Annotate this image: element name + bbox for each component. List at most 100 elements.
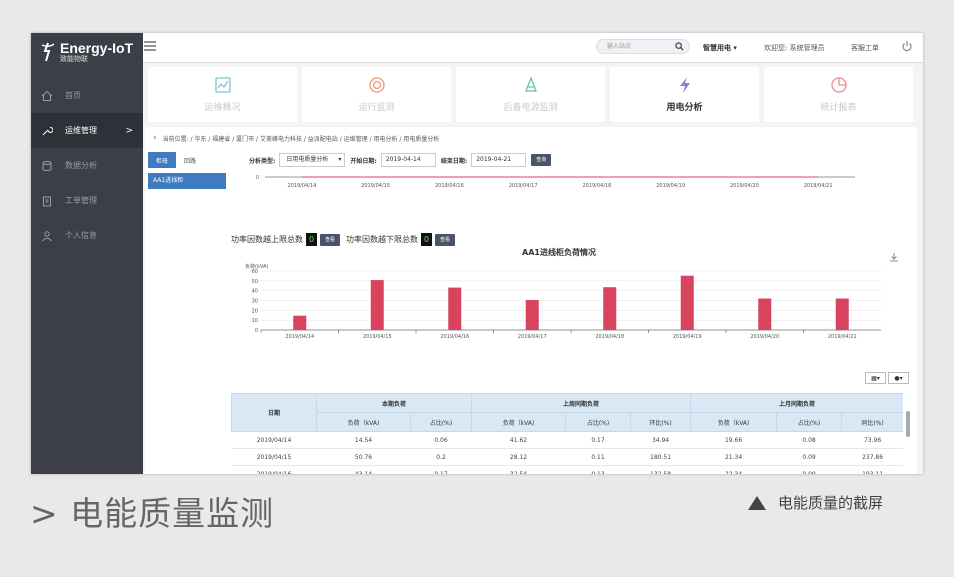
user-icon	[42, 230, 52, 241]
table-cell: 34.94	[630, 431, 691, 449]
analysis-type-select[interactable]: 日用电质量分析 ▾	[279, 153, 346, 167]
lightning-icon	[679, 77, 690, 93]
subtabs: 柜母 回路	[148, 152, 204, 168]
content-panel: › 当前位置: / 华东 / 福建省 / 厦门市 / 艾美峰电力科技 / 益派配…	[145, 127, 917, 474]
breadcrumb: › 当前位置: / 华东 / 福建省 / 厦门市 / 艾美峰电力科技 / 益派配…	[153, 133, 439, 143]
mini-line-chart: 0 2019/04/14 2019/04/15 2019/04/16 2019/04/1…	[256, 175, 855, 189]
table-body: 2019/04/14 14.54 0.06 41.62 0.17 34.94 19.66 0.…	[231, 431, 903, 474]
service-ticket-link[interactable]: 客服工单	[851, 43, 879, 53]
col-header: 环比(%)	[630, 412, 692, 432]
x-tick-label: 2019/04/20	[730, 183, 759, 189]
caption-note: 电能质量的截屏	[748, 492, 883, 513]
module-card-label: 后备电源监测	[503, 103, 558, 113]
end-date-label: 结束日期:	[440, 157, 468, 165]
sidebar-item-label: 首页	[65, 91, 81, 100]
query-button[interactable]: 查询	[531, 154, 552, 166]
logo-subtitle: 致能物联	[60, 55, 88, 63]
col-header: 同比(%)	[841, 412, 903, 432]
col-group-current: 本期负荷	[315, 393, 473, 413]
battery-icon	[524, 76, 537, 92]
x-tick-label: 2019/04/21	[804, 183, 833, 189]
sidebar-item-label: 运维管理	[65, 126, 97, 135]
x-tick-label: 2019/04/17	[518, 334, 547, 340]
table-toolbar: ▦▾ ●▾	[863, 372, 909, 384]
sidebar-item-label: 个人信息	[65, 231, 97, 240]
module-card-label: 统计报表	[820, 103, 857, 113]
col-group-last-week: 上周同期负荷	[471, 393, 692, 413]
tab-circuit[interactable]: 回路	[176, 152, 204, 168]
grid-view-button[interactable]: ▦▾	[865, 372, 886, 384]
table-cell: 19.66	[690, 431, 777, 449]
search-input[interactable]: 输入站点	[596, 39, 690, 54]
table-cell: 193.11	[841, 465, 903, 474]
view-upper-button[interactable]: 查看	[320, 233, 341, 246]
x-tick-label: 2019/04/19	[656, 183, 685, 189]
table-cell: 0.13	[565, 465, 631, 474]
sidebar-item-profile[interactable]: 个人信息	[31, 218, 143, 253]
y-tick-label: 0	[256, 175, 259, 181]
col-group-last-month: 上月同期负荷	[690, 393, 903, 413]
table-cell: 43.14	[316, 465, 411, 474]
sidebar-item-analysis[interactable]: 数据分析	[31, 148, 143, 183]
x-tick-label: 2019/04/21	[828, 334, 857, 340]
y-tick-label: 10	[252, 318, 258, 324]
module-card-backup-power[interactable]: 后备电源监测	[456, 67, 605, 122]
bar	[680, 275, 694, 330]
module-card-label: 运维概况	[204, 103, 241, 113]
vertical-scrollbar[interactable]	[905, 205, 911, 473]
load-table: 日期 本期负荷 上周同期负荷 上月同期负荷 负荷（kVA) 占比(%) 负荷（k…	[231, 393, 903, 474]
module-card-reports[interactable]: 统计报表	[764, 67, 913, 122]
module-card-overview[interactable]: 运维概况	[148, 67, 297, 122]
tree-item-selected[interactable]: AA1进线柜	[148, 173, 226, 189]
pie-icon	[830, 77, 847, 93]
caption-note-text: 电能质量的截屏	[778, 494, 884, 512]
smart-power-dropdown[interactable]: 智慧用电 ▾	[703, 43, 737, 53]
search-placeholder: 输入站点	[607, 43, 632, 50]
col-header: 占比(%)	[776, 412, 843, 432]
sidebar-item-ops[interactable]: 运维管理 >	[31, 113, 143, 148]
x-tick-label: 2019/04/20	[750, 334, 779, 340]
col-header: 负荷（kVA)	[316, 412, 411, 432]
table-row: 2019/04/15 50.76 0.2 28.12 0.11 180.51 21.34 0.…	[231, 448, 903, 466]
table-cell: 22.34	[690, 465, 777, 474]
tab-cabinet[interactable]: 柜母	[148, 152, 176, 168]
table-row: 2019/04/14 14.54 0.06 41.62 0.17 34.94 19.66 0.…	[231, 431, 903, 449]
table-cell: 14.54	[316, 431, 411, 449]
sidebar-item-workorder[interactable]: 工单管理	[31, 183, 143, 218]
sidebar-item-label: 工单管理	[65, 196, 97, 205]
x-tick-label: 2019/04/15	[361, 183, 390, 189]
welcome-text: 欢迎您: 系统管理员	[764, 44, 825, 52]
search-icon[interactable]	[675, 42, 684, 51]
x-tick-label: 2019/04/16	[440, 334, 469, 340]
chart-title: AA1进线柜负荷情况	[522, 247, 596, 257]
download-icon[interactable]	[889, 252, 899, 262]
module-card-monitor[interactable]: 运行监测	[302, 67, 451, 122]
sidebar-item-home[interactable]: 首页	[31, 78, 143, 113]
chevron-right-icon: ›	[153, 133, 157, 143]
bar	[448, 287, 462, 330]
sidebar: Energy-IoT 致能物联 首页 运维管理 > 数据分析 工单管理 个人信息	[31, 33, 143, 474]
power-icon[interactable]	[901, 40, 913, 52]
chevron-right-icon: >	[125, 125, 133, 136]
y-tick-label: 20	[252, 308, 258, 314]
table-cell: 0.09	[776, 448, 842, 466]
module-card-power-analysis[interactable]: 用电分析	[610, 67, 759, 122]
menu-icon[interactable]	[144, 41, 156, 51]
table-cell: 0.11	[565, 448, 631, 466]
app-window: Energy-IoT 致能物联 首页 运维管理 > 数据分析 工单管理 个人信息	[31, 33, 923, 474]
scrollbar-thumb[interactable]	[906, 411, 910, 437]
end-date-input[interactable]: 2019-04-21	[471, 153, 527, 167]
col-header: 占比(%)	[565, 412, 632, 432]
wrench-icon	[42, 126, 53, 135]
view-lower-button[interactable]: 查看	[435, 233, 456, 246]
table-cell: 0.09	[776, 465, 842, 474]
analysis-type-label: 分析类型:	[249, 157, 276, 165]
table-cell: 2019/04/15	[231, 448, 317, 466]
logo[interactable]: Energy-IoT 致能物联	[31, 33, 143, 71]
x-tick-label: 2019/04/18	[595, 334, 624, 340]
bar	[293, 315, 307, 330]
person-icon: ●▾	[894, 374, 903, 382]
start-date-input[interactable]: 2019-04-14	[380, 153, 436, 167]
x-tick-label: 2019/04/17	[509, 183, 538, 189]
x-tick-label: 2019/04/14	[287, 183, 316, 189]
